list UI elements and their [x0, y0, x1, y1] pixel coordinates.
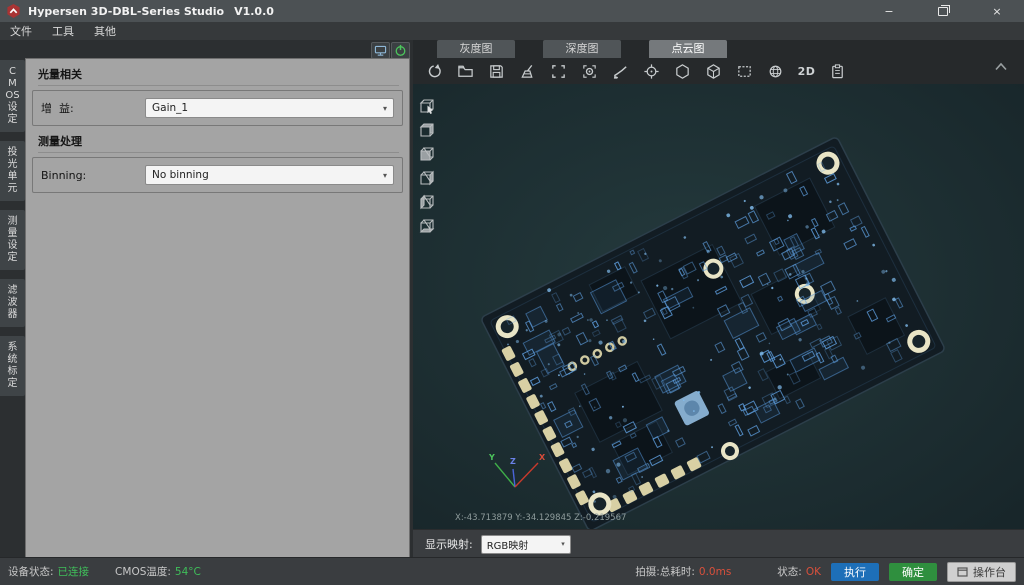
- cmos-temp-value: 54°C: [175, 566, 201, 578]
- menu-bar: 文件 工具 其他: [0, 22, 1024, 40]
- view-right-icon[interactable]: [417, 168, 437, 188]
- fit-view-icon[interactable]: [549, 62, 568, 81]
- point-cloud-canvas[interactable]: Y Z X X:-43.713879 Y:-34.129845 Z:-0.219…: [413, 84, 1024, 530]
- confirm-button[interactable]: 确定: [889, 563, 937, 581]
- app-window: Hypersen 3D-DBL-Series Studio V1.0.0 − ×…: [0, 0, 1024, 585]
- menu-file[interactable]: 文件: [0, 22, 42, 40]
- view-top-icon[interactable]: [417, 120, 437, 140]
- clipboard-icon[interactable]: [828, 62, 847, 81]
- capture-time-label: 拍摄:总耗时:: [635, 564, 695, 579]
- console-window-icon: [957, 567, 968, 577]
- settings-category-tabs: CMOS设定 投光单元 测量设定 滤波器 系统标定: [0, 60, 25, 405]
- view-orientation-buttons: [417, 96, 437, 236]
- settings-panel: 光量相关 增 益: Gain_1 ▾ 测量处理 Binning: No binn…: [25, 58, 410, 558]
- crosshair-icon[interactable]: [642, 62, 661, 81]
- sidetab-cmos-settings[interactable]: CMOS设定: [0, 60, 25, 132]
- chevron-down-icon: ▾: [383, 104, 387, 113]
- gain-group: 增 益: Gain_1 ▾: [32, 90, 403, 126]
- viewport-toolbar: 2D: [413, 58, 1024, 84]
- chevron-down-icon: ▾: [561, 540, 565, 548]
- binning-value: No binning: [152, 169, 209, 181]
- console-button[interactable]: 操作台: [947, 562, 1016, 582]
- box-select-icon[interactable]: [735, 62, 754, 81]
- toolbar-collapse-button[interactable]: [994, 62, 1008, 71]
- sphere-icon[interactable]: [766, 62, 785, 81]
- window-version: V1.0.0: [234, 5, 274, 18]
- gain-label: 增 益:: [41, 100, 145, 116]
- menu-tools[interactable]: 工具: [42, 22, 84, 40]
- binning-label: Binning:: [41, 169, 145, 182]
- display-mapping-bar: 显示映射: RGB映射 ▾: [413, 529, 1024, 558]
- close-button[interactable]: ×: [970, 0, 1024, 22]
- window-title: Hypersen 3D-DBL-Series Studio: [28, 5, 224, 18]
- brush-select-icon[interactable]: [611, 62, 630, 81]
- execute-button[interactable]: 执行: [831, 563, 879, 581]
- power-button[interactable]: [391, 42, 410, 59]
- axis-x-label: X: [539, 453, 546, 462]
- tab-depth[interactable]: 深度图: [543, 40, 621, 58]
- display-toggle-button[interactable]: [371, 42, 390, 59]
- cmos-temp-label: CMOS温度:: [115, 564, 171, 579]
- axis-y-label: Y: [488, 453, 495, 462]
- gain-value: Gain_1: [152, 102, 188, 114]
- maximize-icon: [938, 7, 948, 16]
- chevron-up-icon: [994, 62, 1008, 71]
- measure-section-title: 测量处理: [38, 133, 399, 153]
- status-bar: 设备状态: 已连接 CMOS温度: 54°C 拍摄:总耗时: 0.0ms 状态:…: [0, 557, 1024, 585]
- state-value: OK: [806, 566, 821, 578]
- light-section-title: 光量相关: [38, 66, 399, 86]
- device-status-label: 设备状态:: [8, 564, 54, 579]
- view-2d-button[interactable]: 2D: [797, 62, 816, 81]
- view-bottom-icon[interactable]: [417, 216, 437, 236]
- viewport-area: 灰度图 深度图 点云图: [413, 40, 1024, 558]
- maximize-button[interactable]: [916, 0, 970, 22]
- sidetab-filter[interactable]: 滤波器: [0, 279, 25, 327]
- power-icon: [394, 44, 407, 57]
- view-left-icon[interactable]: [417, 192, 437, 212]
- binning-dropdown[interactable]: No binning ▾: [145, 165, 394, 185]
- save-icon[interactable]: [487, 62, 506, 81]
- title-bar: Hypersen 3D-DBL-Series Studio V1.0.0 − ×: [0, 0, 1024, 22]
- menu-others[interactable]: 其他: [84, 22, 126, 40]
- axis-z-label: Z: [510, 457, 516, 466]
- pcb-point-cloud-render: Y Z X X:-43.713879 Y:-34.129845 Z:-0.219…: [413, 84, 1024, 530]
- chevron-down-icon: ▾: [383, 171, 387, 180]
- hexagon-icon[interactable]: [673, 62, 692, 81]
- tab-pointcloud[interactable]: 点云图: [649, 40, 727, 58]
- app-logo-icon: [6, 3, 21, 19]
- clean-icon[interactable]: [518, 62, 537, 81]
- display-icon: [374, 45, 387, 57]
- device-status-value: 已连接: [58, 564, 90, 579]
- sidetab-system-calibration[interactable]: 系统标定: [0, 336, 25, 396]
- mapping-value: RGB映射: [487, 537, 529, 552]
- view-front-icon[interactable]: [417, 144, 437, 164]
- sidetab-measure-settings[interactable]: 测量设定: [0, 210, 25, 270]
- cursor-coordinates: X:-43.713879 Y:-34.129845 Z:-0.219567: [455, 513, 626, 523]
- mapping-label: 显示映射:: [425, 536, 473, 552]
- view-tabs: 灰度图 深度图 点云图: [413, 40, 1024, 58]
- mapping-dropdown[interactable]: RGB映射 ▾: [481, 535, 571, 554]
- gain-dropdown[interactable]: Gain_1 ▾: [145, 98, 394, 118]
- minimize-button[interactable]: −: [862, 0, 916, 22]
- tab-grayscale[interactable]: 灰度图: [437, 40, 515, 58]
- undo-icon[interactable]: [425, 62, 444, 81]
- open-folder-icon[interactable]: [456, 62, 475, 81]
- view-select-icon[interactable]: [417, 96, 437, 116]
- binning-group: Binning: No binning ▾: [32, 157, 403, 193]
- capture-target-icon[interactable]: [580, 62, 599, 81]
- cube-icon[interactable]: [704, 62, 723, 81]
- sidetab-projector-unit[interactable]: 投光单元: [0, 141, 25, 201]
- state-label: 状态:: [777, 564, 802, 579]
- capture-time-value: 0.0ms: [699, 566, 731, 578]
